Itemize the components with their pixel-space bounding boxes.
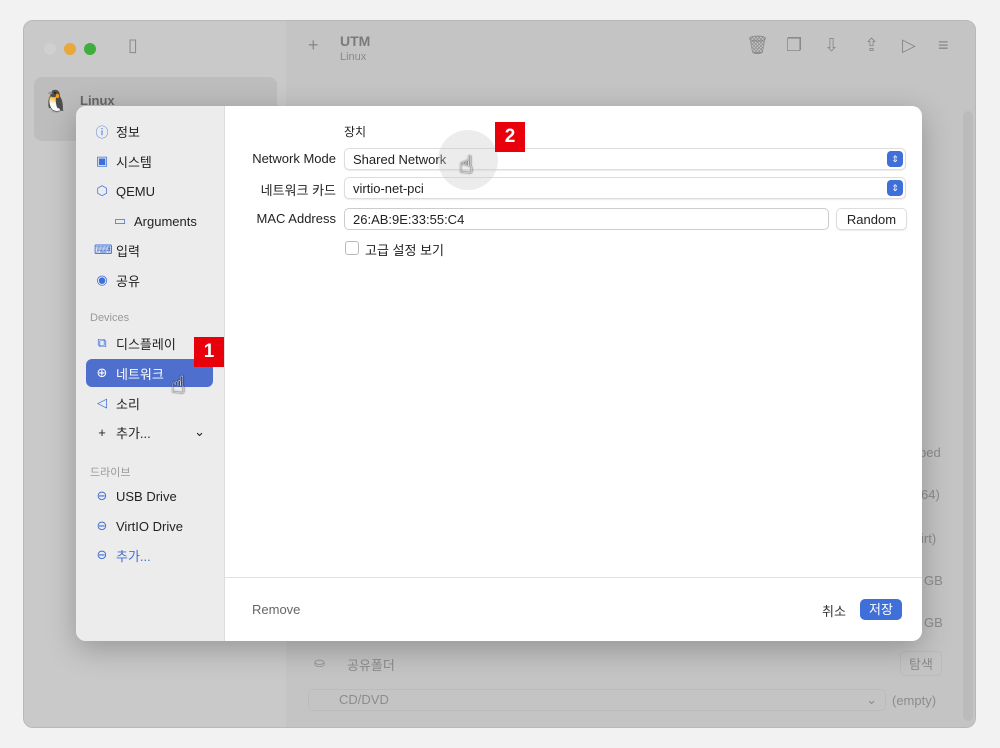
bg-text: irt) <box>921 531 937 546</box>
share-icon[interactable]: ⇪ <box>864 35 879 56</box>
sidebar-item-input[interactable]: ⌨ 입력 <box>86 236 213 264</box>
settings-icon[interactable]: ≡ <box>938 35 949 56</box>
download-icon[interactable]: ⇩ <box>824 35 839 56</box>
zoom-button[interactable] <box>84 43 96 55</box>
network-card-label: 네트워크 카드 <box>260 183 336 198</box>
sidebar-item-add-device[interactable]: + 추가... ⌄ <box>86 418 213 446</box>
sidebar-item-sound[interactable]: ◁ 소리 <box>86 389 213 417</box>
label: 추가... <box>116 425 151 441</box>
footer-divider <box>225 577 922 578</box>
label: 입력 <box>116 243 140 259</box>
person-icon: ◉ <box>96 272 108 287</box>
sidebar-item-qemu[interactable]: ⬡ QEMU <box>86 177 213 205</box>
browse-button[interactable]: 탐색 <box>900 651 942 676</box>
mac-address-value: 26:AB:9E:33:55:C4 <box>353 211 465 227</box>
stepper-icon: ⇕ <box>887 151 903 167</box>
sidebar-item-arguments[interactable]: ▭ Arguments <box>104 207 213 235</box>
pointer-cursor-icon: ☝ <box>171 372 186 399</box>
drive-add-icon: ⊖ <box>96 547 108 562</box>
window-title: UTM <box>340 33 371 49</box>
remove-button[interactable]: Remove <box>252 602 300 617</box>
cube-icon: ⬡ <box>96 183 108 198</box>
clone-icon[interactable]: ❐ <box>786 35 802 56</box>
info-icon: ⓘ <box>95 124 109 140</box>
label: Arguments <box>134 213 197 229</box>
chevron-down-icon: ⌄ <box>194 424 205 439</box>
label: QEMU <box>116 183 155 199</box>
close-button[interactable] <box>44 43 56 55</box>
drive-icon: ⊖ <box>96 488 108 503</box>
cd-label: CD/DVD <box>339 692 389 707</box>
sidebar-item-system[interactable]: ▣ 시스템 <box>86 147 213 175</box>
drives-header: 드라이브 <box>90 467 131 479</box>
settings-sidebar: ⓘ 정보 ▣ 시스템 ⬡ QEMU ▭ Arguments ⌨ 입력 ◉ 공유 Device… <box>76 106 225 641</box>
section-title: 장치 <box>344 125 367 139</box>
minimize-button[interactable] <box>64 43 76 55</box>
mac-address-input[interactable]: 26:AB:9E:33:55:C4 <box>344 208 829 230</box>
shared-folder-icon: ⛀ <box>314 655 325 670</box>
pointer-cursor-icon: ☝ <box>459 152 474 179</box>
linux-icon: 🐧 <box>42 89 70 114</box>
advanced-label: 고급 설정 보기 <box>365 243 444 258</box>
label: 네트워크 <box>116 366 164 382</box>
network-card-select[interactable]: virtio-net-pci ⇕ <box>344 177 906 199</box>
drive-icon: ⊖ <box>96 518 108 533</box>
keyboard-icon: ⌨ <box>94 242 113 257</box>
annotation-badge-2: 2 <box>495 122 525 152</box>
chevron-down-icon: ⌄ <box>866 692 877 707</box>
mac-address-label: MAC Address <box>256 211 336 226</box>
traffic-lights <box>44 43 96 55</box>
sidebar-toggle-icon[interactable]: ▯ <box>128 35 138 56</box>
network-mode-label: Network Mode <box>252 151 336 166</box>
advanced-checkbox[interactable] <box>345 241 359 255</box>
cd-value: (empty) <box>892 693 937 708</box>
devices-header: Devices <box>90 312 130 324</box>
stepper-icon: ⇕ <box>887 180 903 196</box>
label: 소리 <box>116 396 140 412</box>
label: 디스플레이 <box>116 336 176 352</box>
plus-icon[interactable]: + <box>308 35 319 56</box>
network-card-value: virtio-net-pci <box>353 180 424 196</box>
random-button[interactable]: Random <box>836 208 907 230</box>
bg-text: GB <box>924 573 943 588</box>
label: USB Drive <box>116 488 177 504</box>
cd-dvd-select[interactable]: CD/DVD ⌄ <box>308 689 886 711</box>
network-mode-value: Shared Network <box>353 151 447 167</box>
label: 공유 <box>116 273 140 289</box>
save-button[interactable]: 저장 <box>860 599 902 620</box>
speaker-icon: ◁ <box>97 395 107 410</box>
trash-icon[interactable]: 🗑 <box>746 35 769 56</box>
label: 시스템 <box>116 154 152 170</box>
sidebar-item-sharing[interactable]: ◉ 공유 <box>86 266 213 294</box>
cancel-button[interactable]: 취소 <box>822 601 846 620</box>
shared-folder-label: 공유폴더 <box>347 658 395 673</box>
sidebar-item-add-drive[interactable]: ⊖ 추가... <box>86 541 213 569</box>
bg-text: GB <box>924 615 943 630</box>
bg-text: 64) <box>921 487 940 502</box>
label: VirtIO Drive <box>116 518 183 534</box>
plus-icon: + <box>98 424 106 440</box>
play-icon[interactable]: ▷ <box>902 35 916 56</box>
sidebar-item-info[interactable]: ⓘ 정보 <box>86 117 213 145</box>
display-icon: ⧉ <box>97 335 107 350</box>
settings-dialog: ⓘ 정보 ▣ 시스템 ⬡ QEMU ▭ Arguments ⌨ 입력 ◉ 공유 Device… <box>76 106 922 641</box>
label: 정보 <box>116 124 140 140</box>
bg-text: ped <box>919 445 941 460</box>
network-mode-select[interactable]: Shared Network ⇕ <box>344 148 906 170</box>
annotation-badge-1: 1 <box>194 337 224 367</box>
label: 추가... <box>116 548 151 564</box>
cpu-icon: ▣ <box>95 153 109 168</box>
scrollbar[interactable] <box>963 111 973 721</box>
globe-icon: ⊕ <box>96 365 108 380</box>
sidebar-item-virtio-drive[interactable]: ⊖ VirtIO Drive <box>86 512 213 540</box>
window-subtitle: Linux <box>340 51 367 63</box>
terminal-icon: ▭ <box>113 213 127 228</box>
sidebar-item-usb-drive[interactable]: ⊖ USB Drive <box>86 482 213 510</box>
